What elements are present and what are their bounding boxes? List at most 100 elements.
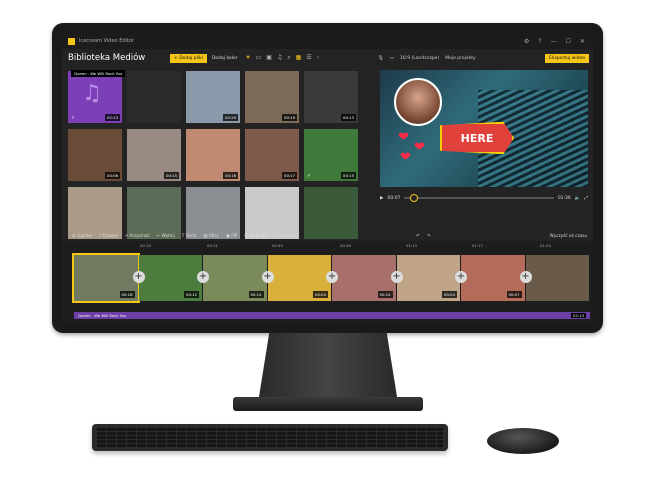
- collapse-icon[interactable]: ‹: [317, 54, 319, 62]
- audio-track[interactable]: Queen - We Will Rock You 02:13: [74, 312, 590, 319]
- add-transition-button[interactable]: +: [390, 271, 403, 283]
- list-view-icon[interactable]: ☰: [306, 54, 311, 62]
- toolbar-wytnij[interactable]: ✄ Wytnij: [157, 233, 175, 238]
- toolbar-label: Tekst: [185, 232, 197, 238]
- monitor: Icecream Video Editor ⚙ ? — ☐ ✕ Bibliote…: [52, 23, 603, 333]
- clip-duration: 00:24: [377, 291, 393, 298]
- subtitle-icon[interactable]: ▭: [390, 56, 394, 61]
- minimize-icon[interactable]: —: [551, 38, 557, 45]
- timeline-clip[interactable]: 00:18 +: [72, 253, 145, 303]
- aspect-ratio-select[interactable]: 16:9 (Landscape): [400, 56, 439, 61]
- media-item[interactable]: 00:19: [245, 71, 299, 123]
- add-transition-button[interactable]: +: [455, 271, 467, 283]
- media-duration: 00:19: [282, 114, 297, 121]
- close-icon[interactable]: ✕: [580, 38, 585, 45]
- toolbar-filtry[interactable]: ▧ Filtry: [203, 233, 219, 238]
- video-track: 00:18 +00:12 +00:14 +00:04 +00:24 +00:04 +00:0…: [72, 253, 590, 303]
- media-item[interactable]: 00:15 ✓: [304, 129, 358, 181]
- media-duration: 00:06: [105, 172, 120, 179]
- timeline-clip[interactable]: 00:04 +: [396, 255, 467, 301]
- timeline-clip[interactable]: 00:07 +: [461, 255, 532, 301]
- toolbar-pip[interactable]: ▣ PiP: [226, 233, 237, 238]
- total-time: 01:36: [557, 195, 571, 201]
- add-transition-button[interactable]: +: [261, 271, 274, 283]
- media-item-audio[interactable]: ♫ Queen - We Will Rock You 02:13 ✓: [68, 70, 126, 123]
- add-transition-button[interactable]: +: [326, 271, 338, 283]
- current-time: 00:07: [387, 195, 401, 201]
- monitor-stand-base: [233, 397, 423, 411]
- timeline-ruler: 00:15 00:31 00:45 00:49 01:13 01:17 01:24: [62, 243, 593, 251]
- add-transition-button[interactable]: +: [519, 271, 532, 283]
- media-item[interactable]: 00:29: [186, 71, 240, 123]
- timeline-clip[interactable]: [525, 255, 589, 301]
- app-window: Icecream Video Editor ⚙ ? — ☐ ✕ Bibliote…: [62, 33, 593, 323]
- toolbar-tekst[interactable]: T Tekst: [182, 233, 197, 238]
- grid-view-icon[interactable]: ▦: [296, 54, 302, 62]
- add-transition-button[interactable]: +: [197, 271, 209, 283]
- clip-duration: 00:14: [248, 291, 264, 298]
- ruler-tick-label: 00:49: [340, 243, 351, 248]
- fullscreen-icon[interactable]: ⤢: [584, 195, 588, 201]
- ruler-tick-label: 00:31: [207, 243, 218, 248]
- media-item[interactable]: 00:17: [245, 129, 299, 181]
- media-duration: 00:13: [341, 114, 356, 121]
- toolbar-label: Przejście: [278, 232, 297, 238]
- export-video-button[interactable]: Eksportuj wideo: [545, 53, 589, 63]
- toolbar-ogólne[interactable]: ⚙ Ogólne: [72, 233, 92, 238]
- undo-icon[interactable]: ↶: [416, 233, 420, 238]
- music-note-icon: ♫: [82, 81, 102, 106]
- seek-bar[interactable]: [404, 194, 554, 202]
- video-preview: ❤ ❤ ❤ HERE: [380, 70, 588, 187]
- app-title: Icecream Video Editor: [79, 38, 134, 44]
- media-item[interactable]: 00:06: [68, 129, 122, 181]
- timeline-clip[interactable]: 00:12 +: [138, 255, 209, 301]
- timeline-clip[interactable]: 00:04 +: [267, 255, 338, 301]
- clip-duration: 00:07: [506, 291, 522, 298]
- my-projects-button[interactable]: Moje projekty: [445, 56, 476, 61]
- media-duration: 00:29: [223, 114, 238, 121]
- media-item[interactable]: 00:15: [127, 129, 181, 181]
- search-icon[interactable]: ⌕: [287, 54, 290, 62]
- ruler-tick-label: 01:13: [406, 243, 417, 248]
- toolbar-przycinać[interactable]: ✂ Przycinać: [125, 233, 150, 238]
- toolbar-label: Wytnij: [161, 232, 175, 238]
- media-duration: 00:15: [164, 172, 179, 179]
- toolbar-dźwięk[interactable]: ♪ Dźwięk: [99, 233, 118, 238]
- music-filter-icon[interactable]: ♫: [277, 54, 282, 62]
- volume-icon[interactable]: 🔈: [575, 196, 581, 201]
- checkmark-icon: ✓: [307, 173, 312, 179]
- timeline-clip[interactable]: 00:14 +: [203, 255, 274, 301]
- redo-icon[interactable]: ↷: [427, 233, 431, 238]
- add-transition-button[interactable]: +: [132, 271, 145, 283]
- maximize-icon[interactable]: ☐: [566, 38, 571, 45]
- media-item[interactable]: 00:16: [186, 129, 240, 181]
- toolbar-przejście[interactable]: ⇄ Przejście: [274, 233, 297, 238]
- timeline-clip[interactable]: 00:24 +: [332, 255, 403, 301]
- toolbar-label: PiP: [231, 232, 238, 238]
- media-duration: 00:16: [223, 172, 238, 179]
- help-icon[interactable]: ?: [538, 38, 541, 45]
- toolbar-label: Dźwięk: [103, 232, 119, 238]
- media-item[interactable]: [127, 71, 181, 123]
- play-icon[interactable]: ▶: [380, 196, 383, 201]
- settings-icon[interactable]: ⚙: [524, 38, 529, 45]
- here-arrow-sticker: HERE: [440, 122, 514, 154]
- image-filter-icon[interactable]: ▣: [266, 54, 272, 62]
- video-filter-icon[interactable]: ▭: [256, 54, 262, 62]
- timeline: 00:15 00:31 00:45 00:49 01:13 01:17 01:24 00:1…: [62, 241, 593, 323]
- microphone-icon[interactable]: 🎙: [378, 56, 384, 61]
- monitor-stand-neck: [258, 333, 398, 403]
- media-tooltip: Queen - We Will Rock You: [71, 70, 126, 77]
- title-bar: Icecream Video Editor ⚙ ? — ☐ ✕: [62, 33, 593, 49]
- clear-timeline-button[interactable]: Wyczyść oś czasu: [550, 233, 587, 238]
- clip-duration: 00:04: [442, 291, 457, 298]
- toolbar-label: Naklejki: [250, 232, 267, 238]
- preview-person: [394, 78, 442, 126]
- ruler-tick-label: 01:17: [472, 243, 483, 248]
- media-item[interactable]: 00:13: [304, 71, 358, 123]
- add-files-button[interactable]: + Dodaj pliki: [170, 53, 207, 63]
- all-filter-icon[interactable]: ✶: [246, 54, 251, 62]
- toolbar-naklejki[interactable]: ☺ Naklejki: [244, 233, 266, 238]
- media-duration: 00:15: [341, 172, 356, 179]
- add-color-button[interactable]: Dodaj kolor: [212, 56, 238, 61]
